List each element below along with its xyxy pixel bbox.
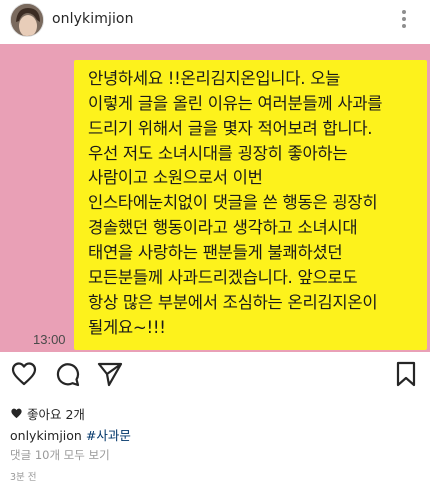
message-line: 우선 저도 소녀시대를 굉장히 좋아하는 — [88, 144, 348, 163]
heart-filled-icon — [11, 408, 22, 419]
message-timestamp: 13:00 — [33, 332, 66, 347]
post-time-ago: 3분 전 — [10, 472, 37, 483]
caption: onlykimjion #사과문 — [10, 425, 131, 444]
avatar[interactable] — [10, 3, 44, 37]
post-image[interactable]: 안녕하세요 !!온리김지온입니다. 오늘 이렇게 글을 올린 이유는 여러분들께… — [0, 44, 430, 352]
comment-icon[interactable] — [54, 360, 82, 388]
message-bubble: 안녕하세요 !!온리김지온입니다. 오늘 이렇게 글을 올린 이유는 여러분들께… — [74, 60, 427, 350]
likes-text: 좋아요 2개 — [27, 407, 85, 422]
caption-username[interactable]: onlykimjion — [10, 428, 82, 443]
message-line: 이렇게 글을 올린 이유는 여러분들께 사과를 — [88, 94, 383, 113]
heart-icon[interactable] — [10, 360, 38, 388]
message-line: 될게요~!!! — [88, 318, 166, 337]
message-line: 드리기 위해서 글을 몇자 적어보려 합니다. — [88, 119, 373, 138]
likes-count[interactable]: 좋아요 2개 — [10, 404, 85, 423]
message-line: 인스타에눈치없이 댓글을 쓴 행동은 굉장히 — [88, 193, 378, 212]
caption-hashtag[interactable]: #사과문 — [86, 428, 131, 443]
message-line: 사람이고 소원으로서 이번 — [88, 168, 263, 187]
bookmark-icon[interactable] — [392, 360, 420, 388]
more-options-icon[interactable] — [392, 7, 416, 33]
message-line: 모든분들께 사과드리겠습니다. 앞으로도 — [88, 268, 358, 287]
post-header: onlykimjion — [0, 0, 430, 42]
message-line: 항상 많은 부분에서 조심하는 온리김지온이 — [88, 293, 378, 312]
username[interactable]: onlykimjion — [52, 11, 134, 27]
message-line: 안녕하세요 !!온리김지온입니다. 오늘 — [88, 69, 341, 88]
action-bar — [0, 360, 430, 390]
share-icon[interactable] — [96, 360, 124, 388]
message-line: 경솔했던 행동이라고 생각하고 소녀시대 — [88, 218, 358, 237]
view-all-comments-link[interactable]: 댓글 10개 모두 보기 — [10, 447, 110, 463]
message-line: 태연을 사랑하는 팬분들게 불쾌하셨던 — [88, 243, 343, 262]
